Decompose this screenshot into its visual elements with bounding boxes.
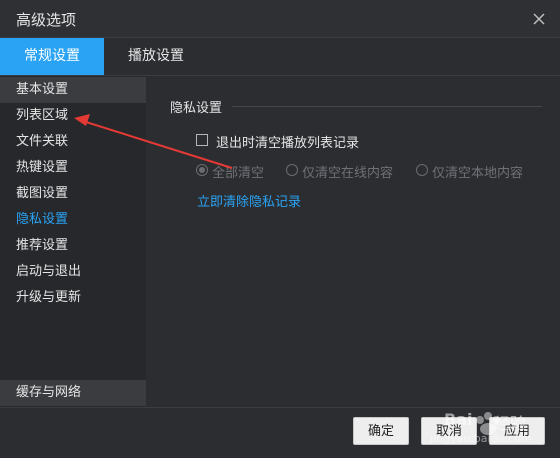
sidebar-item-basic[interactable]: 基本设置 bbox=[0, 77, 146, 103]
section-divider bbox=[232, 106, 542, 107]
sidebar-item-screenshot[interactable]: 截图设置 bbox=[0, 181, 146, 207]
sidebar-item-upgrade[interactable]: 升级与更新 bbox=[0, 285, 146, 311]
watermark-url: jingyan.baidu.com bbox=[430, 432, 532, 445]
clear-playlist-checkbox[interactable] bbox=[196, 134, 208, 146]
sidebar-item-list-area[interactable]: 列表区域 bbox=[0, 103, 146, 129]
privacy-section-title: 隐私设置 bbox=[170, 101, 223, 116]
radio-clear-all-label[interactable]: 全部清空 bbox=[212, 162, 264, 181]
tab-general-settings[interactable]: 常规设置 bbox=[0, 38, 104, 75]
sidebar-item-startup-exit[interactable]: 启动与退出 bbox=[0, 259, 146, 285]
title-bar bbox=[0, 0, 560, 38]
ok-button[interactable]: 确定 bbox=[353, 417, 409, 445]
window-title: 高级选项 bbox=[16, 11, 77, 29]
sidebar-item-cache-network[interactable]: 缓存与网络 bbox=[0, 380, 146, 406]
sidebar-item-recommend[interactable]: 推荐设置 bbox=[0, 233, 146, 259]
footer-divider bbox=[0, 407, 560, 408]
sidebar-item-hotkeys[interactable]: 热键设置 bbox=[0, 155, 146, 181]
sidebar-item-file-association[interactable]: 文件关联 bbox=[0, 129, 146, 155]
watermark-brand: Bai bbox=[444, 410, 473, 429]
clear-playlist-label[interactable]: 退出时清空播放列表记录 bbox=[216, 132, 359, 151]
radio-clear-local[interactable] bbox=[416, 164, 428, 176]
radio-clear-all[interactable] bbox=[196, 164, 208, 176]
radio-clear-local-label[interactable]: 仅清空本地内容 bbox=[432, 162, 523, 181]
tab-playback-settings[interactable]: 播放设置 bbox=[104, 38, 208, 75]
radio-clear-online-label[interactable]: 仅清空在线内容 bbox=[302, 162, 393, 181]
clear-privacy-link[interactable]: 立即清除隐私记录 bbox=[197, 191, 301, 210]
close-icon bbox=[533, 13, 545, 25]
watermark-cn: 经验 bbox=[494, 414, 527, 433]
close-button[interactable] bbox=[528, 8, 550, 30]
radio-clear-online[interactable] bbox=[286, 164, 298, 176]
sidebar-item-privacy[interactable]: 隐私设置 bbox=[0, 207, 146, 233]
